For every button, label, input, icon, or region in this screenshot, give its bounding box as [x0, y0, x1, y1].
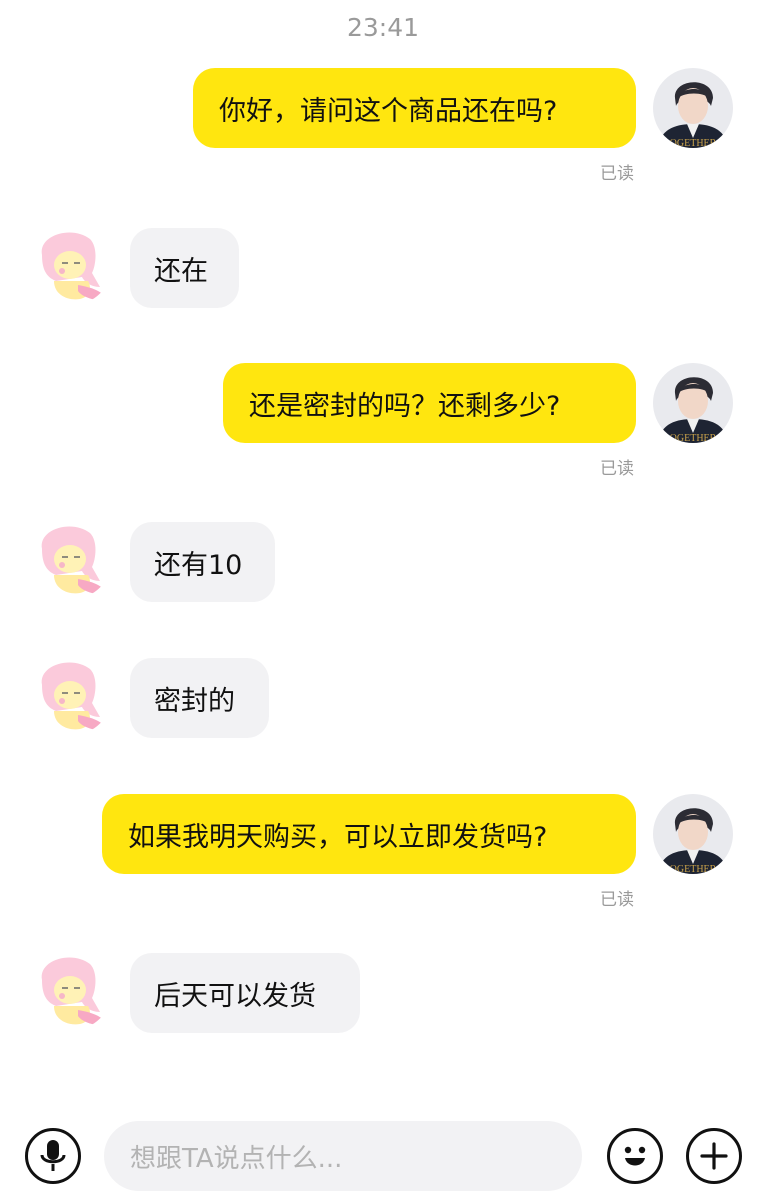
read-status: 已读	[600, 459, 634, 479]
chat-input-bar: 想跟TA说点什么...	[0, 1110, 766, 1200]
microphone-icon	[40, 1140, 66, 1171]
message-bubble-incoming[interactable]: 密封的	[130, 658, 269, 738]
emoji-icon	[624, 1146, 646, 1166]
message-bubble-outgoing[interactable]: 你好，请问这个商品还在吗?	[193, 68, 636, 148]
my-avatar[interactable]	[653, 68, 733, 148]
message-bubble-outgoing[interactable]: 还是密封的吗？还剩多少?	[223, 363, 636, 443]
message-text: 还在	[154, 255, 208, 287]
voice-button[interactable]	[25, 1128, 81, 1184]
message-input[interactable]: 想跟TA说点什么...	[104, 1121, 582, 1191]
read-status: 已读	[600, 164, 634, 184]
message-bubble-incoming[interactable]: 还在	[130, 228, 239, 308]
my-avatar[interactable]	[653, 363, 733, 443]
contact-avatar[interactable]	[32, 225, 112, 305]
input-placeholder: 想跟TA说点什么...	[130, 1143, 343, 1174]
contact-avatar[interactable]	[32, 519, 112, 599]
contact-avatar[interactable]	[32, 950, 112, 1030]
message-bubble-outgoing[interactable]: 如果我明天购买，可以立即发货吗?	[102, 794, 636, 874]
message-text: 后天可以发货	[154, 980, 316, 1012]
more-button[interactable]	[686, 1128, 742, 1184]
emoji-button[interactable]	[607, 1128, 663, 1184]
message-text: 密封的	[154, 685, 235, 717]
my-avatar[interactable]	[653, 794, 733, 874]
message-bubble-incoming[interactable]: 后天可以发货	[130, 953, 360, 1033]
timestamp: 23:41	[346, 13, 420, 42]
contact-avatar[interactable]	[32, 655, 112, 735]
read-status: 已读	[600, 890, 634, 910]
message-text: 还有10	[154, 549, 243, 581]
message-text: 如果我明天购买，可以立即发货吗?	[128, 821, 548, 853]
message-text: 还是密封的吗？还剩多少?	[249, 390, 561, 422]
message-text: 你好，请问这个商品还在吗?	[219, 95, 558, 127]
message-bubble-incoming[interactable]: 还有10	[130, 522, 275, 602]
plus-icon	[700, 1142, 728, 1170]
